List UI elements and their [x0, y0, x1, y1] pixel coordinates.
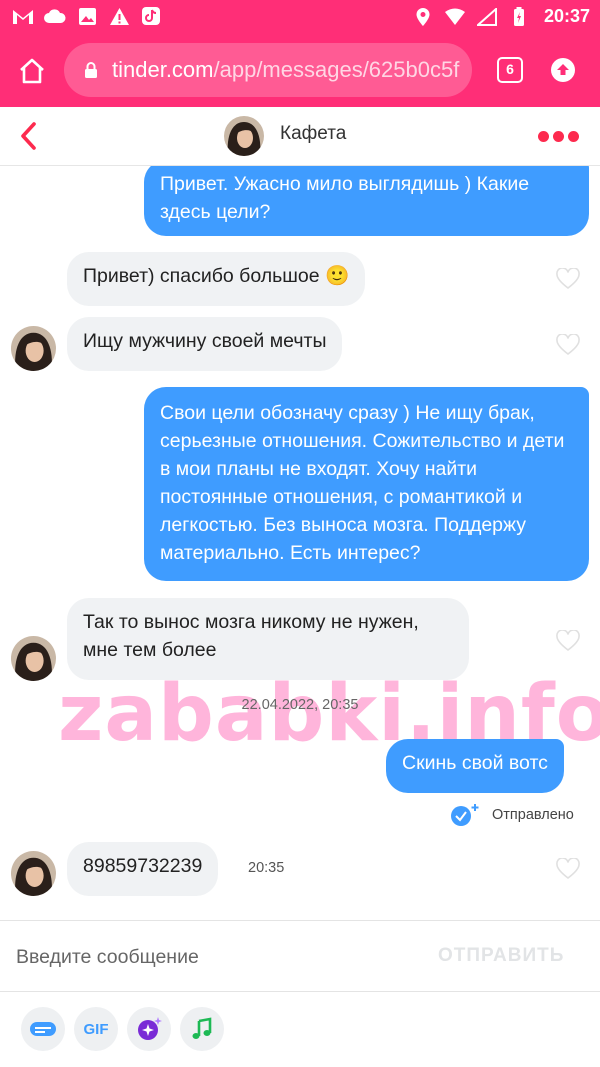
url-host: tinder.com [112, 57, 214, 82]
message-input[interactable] [16, 939, 416, 975]
url-path: /app/messages/625b0c5f [213, 57, 460, 82]
gif-button[interactable]: GIF [74, 1007, 118, 1051]
heart-icon[interactable] [556, 267, 580, 290]
message-incoming[interactable]: 89859732239 [67, 842, 219, 896]
delivery-status: Отправлено [450, 803, 574, 827]
message-incoming[interactable]: Ищу мужчину своей мечты [67, 317, 343, 371]
browser-toolbar: tinder.com/app/messages/625b0c5f 6 [0, 33, 600, 107]
clock: 20:37 [543, 6, 590, 26]
send-button[interactable]: ОТПРАВИТЬ [438, 945, 564, 967]
sent-status-text: Отправлено [492, 807, 574, 823]
heart-icon[interactable] [556, 333, 580, 356]
location-icon [412, 7, 434, 27]
match-avatar[interactable] [11, 636, 56, 681]
lock-icon [84, 62, 98, 78]
signal-icon [476, 7, 498, 27]
wifi-icon [444, 7, 466, 27]
message-composer: ОТПРАВИТЬ [0, 920, 600, 992]
message-outgoing[interactable]: Привет. Ужасно мило выглядишь ) Какие зд… [144, 166, 589, 236]
message-list[interactable]: Привет. Ужасно мило выглядишь ) Какие зд… [0, 166, 600, 920]
message-incoming[interactable]: Так то вынос мозга никому не нужен, мне … [67, 598, 469, 680]
spark-icon[interactable] [127, 1007, 171, 1051]
music-icon[interactable] [180, 1007, 224, 1051]
more-options-icon[interactable] [538, 131, 579, 142]
gif-label: GIF [83, 1020, 109, 1038]
match-avatar[interactable] [11, 326, 56, 371]
chat-header: Кафета [0, 107, 600, 166]
sent-check-icon [451, 804, 479, 826]
attachment-toolbar: GIF [0, 992, 600, 1067]
image-icon [76, 6, 98, 26]
gmail-icon [12, 6, 34, 26]
message-outgoing[interactable]: Скинь свой вотс [386, 739, 564, 793]
address-bar[interactable]: tinder.com/app/messages/625b0c5f [64, 43, 472, 97]
tabs-button[interactable]: 6 [497, 57, 523, 83]
match-avatar[interactable] [224, 116, 264, 156]
message-time: 20:35 [248, 860, 285, 876]
heart-icon[interactable] [556, 629, 580, 652]
tiktok-icon [140, 6, 162, 26]
date-separator: 22.04.2022, 20:35 [241, 697, 359, 713]
url-text: tinder.com/app/messages/625b0c5f [112, 57, 459, 83]
cloud-icon [44, 6, 66, 26]
battery-icon [508, 6, 530, 27]
update-icon[interactable] [551, 58, 575, 82]
home-icon[interactable] [18, 57, 46, 85]
heart-icon[interactable] [556, 857, 580, 880]
match-avatar[interactable] [11, 851, 56, 896]
message-outgoing[interactable]: Свои цели обозначу сразу ) Не ищу брак, … [144, 387, 589, 581]
sticker-card-icon[interactable] [21, 1007, 65, 1051]
match-name[interactable]: Кафета [280, 123, 346, 145]
back-icon[interactable] [18, 121, 40, 151]
message-incoming[interactable]: Привет) спасибо большое 🙂 [67, 252, 366, 306]
warning-icon [108, 6, 130, 26]
status-bar: 20:37 [0, 0, 600, 33]
